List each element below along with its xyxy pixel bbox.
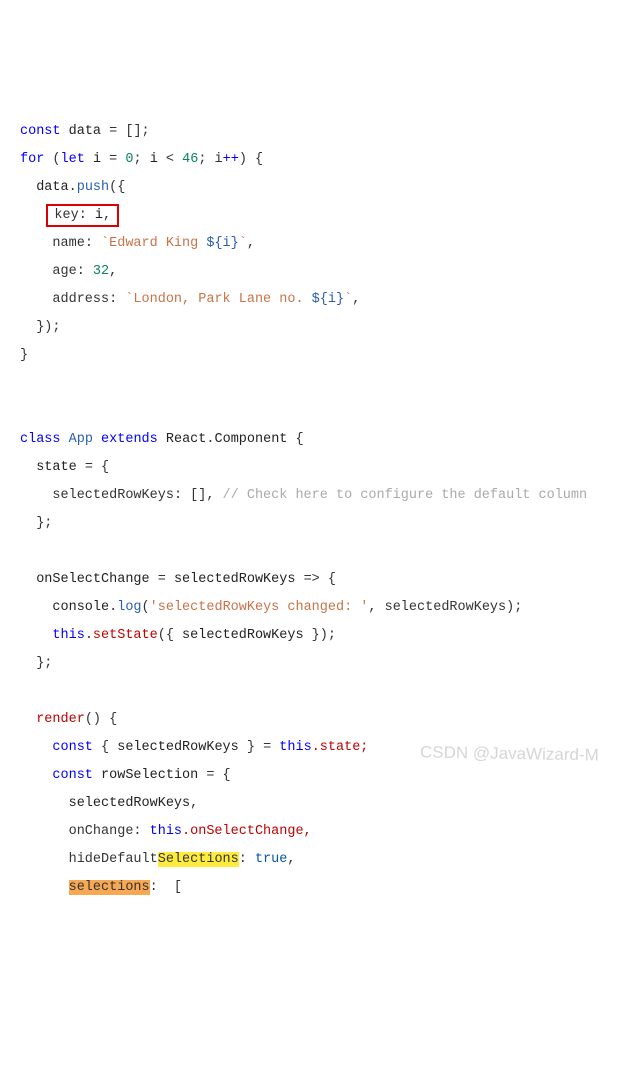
- id-data: data: [69, 124, 101, 139]
- highlight-selections-1: Selections: [158, 852, 239, 867]
- highlight-selections-2: selections: [69, 880, 150, 895]
- highlight-box-key: key: i,: [46, 204, 119, 227]
- watermark: CSDN @JavaWizard-M: [420, 738, 599, 769]
- kw-for: for: [20, 152, 44, 167]
- code-block: const data = []; for (let i = 0; i < 46;…: [20, 124, 587, 895]
- kw-class: class: [20, 432, 61, 447]
- kw-const: const: [20, 124, 61, 139]
- comment: // Check here to configure the default c…: [223, 488, 588, 503]
- kw-let: let: [61, 152, 85, 167]
- kw-extends: extends: [101, 432, 158, 447]
